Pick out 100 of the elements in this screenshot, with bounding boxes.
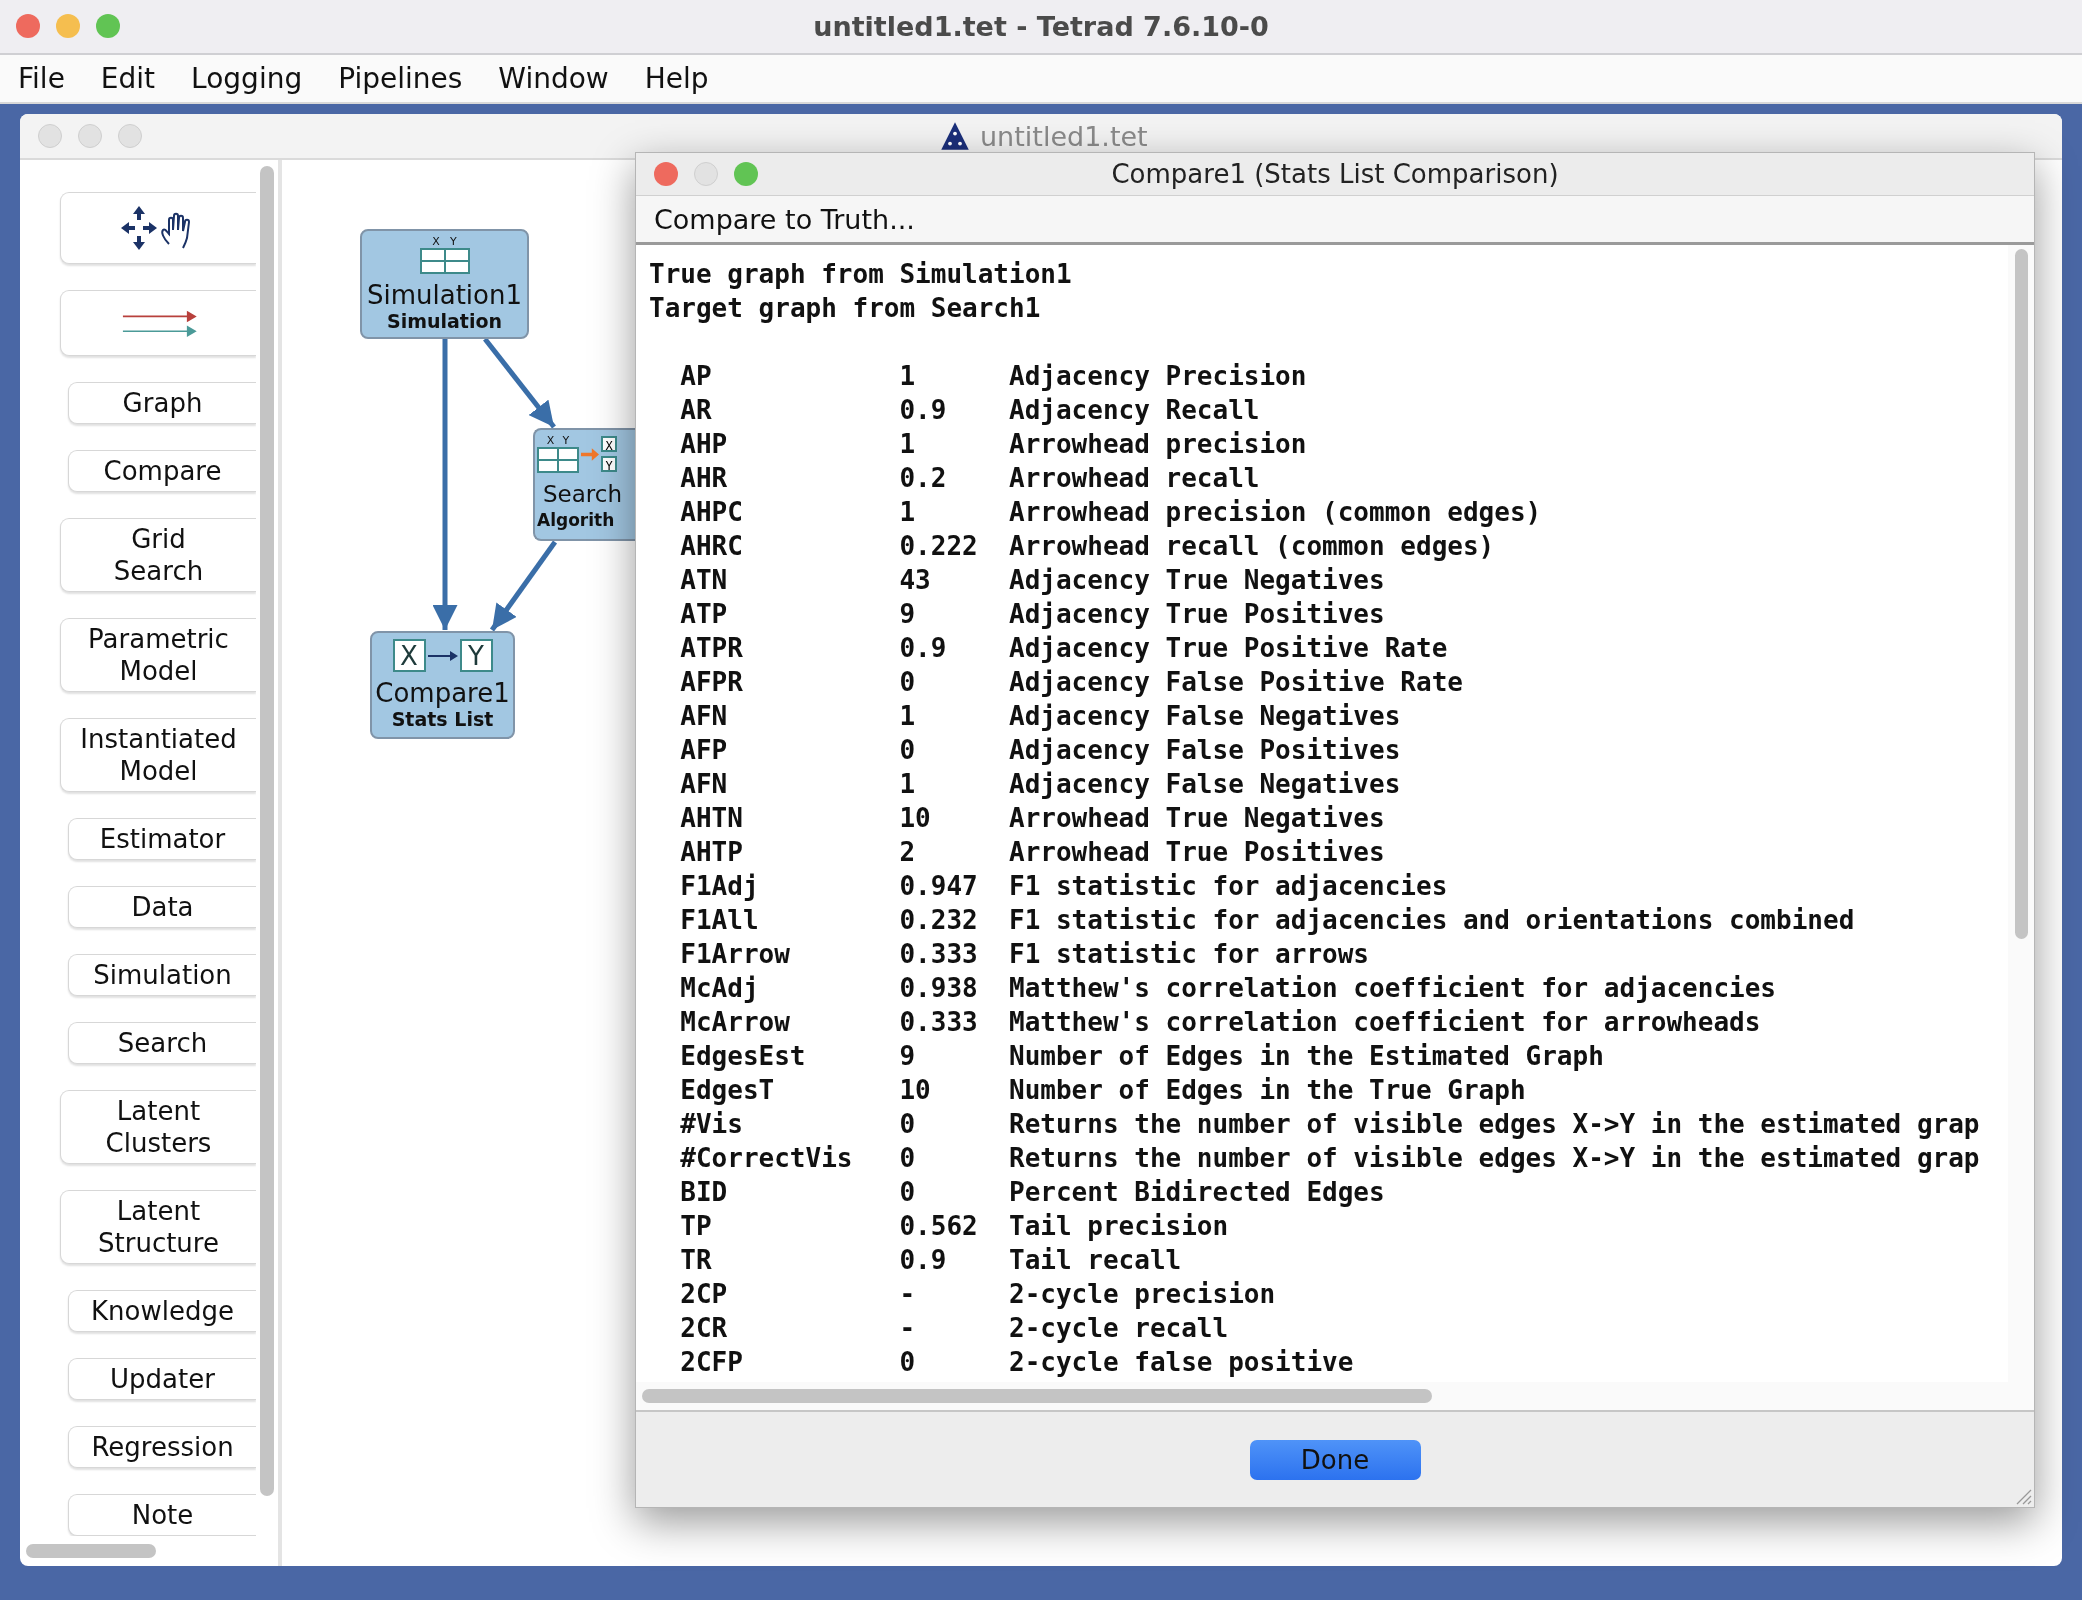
stat-value: 0.232: [899, 904, 979, 937]
variable-box: Y: [459, 639, 493, 672]
stat-key: #Vis: [680, 1107, 900, 1141]
menu-item[interactable]: File: [18, 61, 65, 95]
stat-value: 9: [899, 1040, 917, 1073]
stat-value: -: [899, 1312, 917, 1345]
stat-key: ATPR: [680, 631, 900, 665]
menu-item[interactable]: Edit: [100, 61, 156, 95]
stat-key: AFPR: [680, 665, 900, 699]
palette-button[interactable]: Simulation: [68, 954, 256, 996]
stat-value: 0.9: [899, 632, 948, 665]
palette-button[interactable]: Graph: [68, 382, 256, 424]
stat-description: Number of Edges in the True Graph: [1009, 1074, 1526, 1107]
variable-box: X: [392, 639, 426, 672]
stat-key: TP: [680, 1209, 900, 1243]
stat-description: Arrowhead recall (common edges): [1009, 530, 1495, 563]
stat-key: F1Adj: [680, 869, 900, 903]
zoom-button[interactable]: [96, 14, 120, 39]
palette-button[interactable]: Latent Clusters: [60, 1090, 256, 1164]
stat-value: 1: [899, 700, 917, 733]
palette-button[interactable]: Latent Structure: [60, 1190, 256, 1264]
stat-description: F1 statistic for arrows: [1009, 938, 1370, 971]
stat-description: Tail recall: [1009, 1244, 1182, 1277]
stat-description: F1 statistic for adjacencies: [1009, 870, 1448, 903]
stat-key: AFN: [680, 767, 900, 801]
stat-key: McArrow: [680, 1005, 900, 1039]
stat-key: McAdj: [680, 971, 900, 1005]
palette-button[interactable]: Regression: [68, 1426, 256, 1468]
graph-node[interactable]: X Y X Y Search Algorith: [533, 428, 635, 541]
stat-value: 0: [899, 1176, 917, 1209]
minimize-button[interactable]: [56, 14, 80, 39]
palette-button[interactable]: Search: [68, 1022, 256, 1064]
stat-value: 0: [899, 666, 917, 699]
palette-button[interactable]: Knowledge: [68, 1290, 256, 1332]
palette-button[interactable]: Updater: [68, 1358, 256, 1400]
minimize-button[interactable]: [694, 162, 718, 186]
stat-value: 1: [899, 496, 917, 529]
menu-item[interactable]: Logging: [191, 61, 303, 95]
stat-key: AFP: [680, 733, 900, 767]
app-icon: [940, 121, 970, 151]
stat-description: Returns the number of visible edges X->Y in the estimated grap: [1009, 1142, 1980, 1175]
menu-item[interactable]: Pipelines: [338, 61, 463, 95]
header-line: True graph from Simulation1: [649, 258, 1072, 291]
close-button[interactable]: [16, 14, 40, 39]
stat-value: 0.562: [899, 1210, 979, 1243]
palette-button[interactable]: Estimator: [68, 818, 256, 860]
move-tool-button[interactable]: [60, 192, 256, 264]
stat-key: ATP: [680, 597, 900, 631]
stat-description: Adjacency Precision: [1009, 360, 1307, 393]
node-type: Stats List: [391, 708, 494, 730]
stat-value: 0: [899, 734, 917, 767]
window-title: untitled1.tet - Tetrad 7.6.10-0: [813, 10, 1269, 42]
palette-button[interactable]: Instantiated Model: [60, 718, 256, 792]
stat-key: 2CFP: [680, 1345, 900, 1379]
palette-button[interactable]: Grid Search: [60, 518, 256, 592]
zoom-button[interactable]: [734, 162, 758, 186]
stat-key: ATN: [680, 563, 900, 597]
stat-value: 0.333: [899, 1006, 979, 1039]
document-title: untitled1.tet: [980, 120, 1148, 152]
node-name: Compare1: [375, 678, 510, 708]
stat-value: 0.9: [899, 394, 948, 427]
palette-button[interactable]: Compare: [68, 450, 256, 492]
header-line: Target graph from Search1: [649, 292, 1041, 325]
arrow-tool-button[interactable]: [60, 290, 256, 356]
stat-description: 2-cycle false positive: [1009, 1346, 1354, 1379]
stat-value: 10: [899, 802, 932, 835]
stat-description: 2-cycle recall: [1009, 1312, 1229, 1345]
stat-value: 0: [899, 1142, 917, 1175]
stat-value: 2: [899, 836, 917, 869]
stat-key: AP: [680, 359, 900, 393]
stat-key: #CorrectVis: [680, 1141, 900, 1175]
stat-key: AHTN: [680, 801, 900, 835]
menu-item[interactable]: Compare to Truth...: [654, 203, 915, 235]
stat-key: F1All: [680, 903, 900, 937]
zoom-button[interactable]: [118, 124, 142, 148]
stat-key: 2CR: [680, 1311, 900, 1345]
stat-description: Adjacency True Positive Rate: [1009, 632, 1448, 665]
stat-key: BID: [680, 1175, 900, 1209]
stat-key: AR: [680, 393, 900, 427]
palette-button[interactable]: Parametric Model: [60, 618, 256, 692]
done-button[interactable]: Done: [1249, 1439, 1421, 1480]
close-button[interactable]: [38, 124, 62, 148]
stat-value: 0.938: [899, 972, 979, 1005]
stat-value: 0: [899, 1108, 917, 1141]
stat-description: Arrowhead recall: [1009, 462, 1260, 495]
graph-node[interactable]: X Y Simulation1 Simulation: [360, 229, 529, 339]
stat-description: Adjacency False Positives: [1009, 734, 1401, 767]
stat-value: -: [899, 1278, 917, 1311]
stat-key: EdgesT: [680, 1073, 900, 1107]
minimize-button[interactable]: [78, 124, 102, 148]
stat-key: EdgesEst: [680, 1039, 900, 1073]
graph-node[interactable]: X Y Compare1 Stats List: [370, 631, 515, 739]
palette-button[interactable]: Note: [68, 1494, 256, 1536]
stat-key: TR: [680, 1243, 900, 1277]
menu-item[interactable]: Help: [644, 61, 709, 95]
stat-value: 1: [899, 360, 917, 393]
close-button[interactable]: [654, 162, 678, 186]
menu-item[interactable]: Window: [498, 61, 609, 95]
stat-key: AHRC: [680, 529, 900, 563]
palette-button[interactable]: Data: [68, 886, 256, 928]
